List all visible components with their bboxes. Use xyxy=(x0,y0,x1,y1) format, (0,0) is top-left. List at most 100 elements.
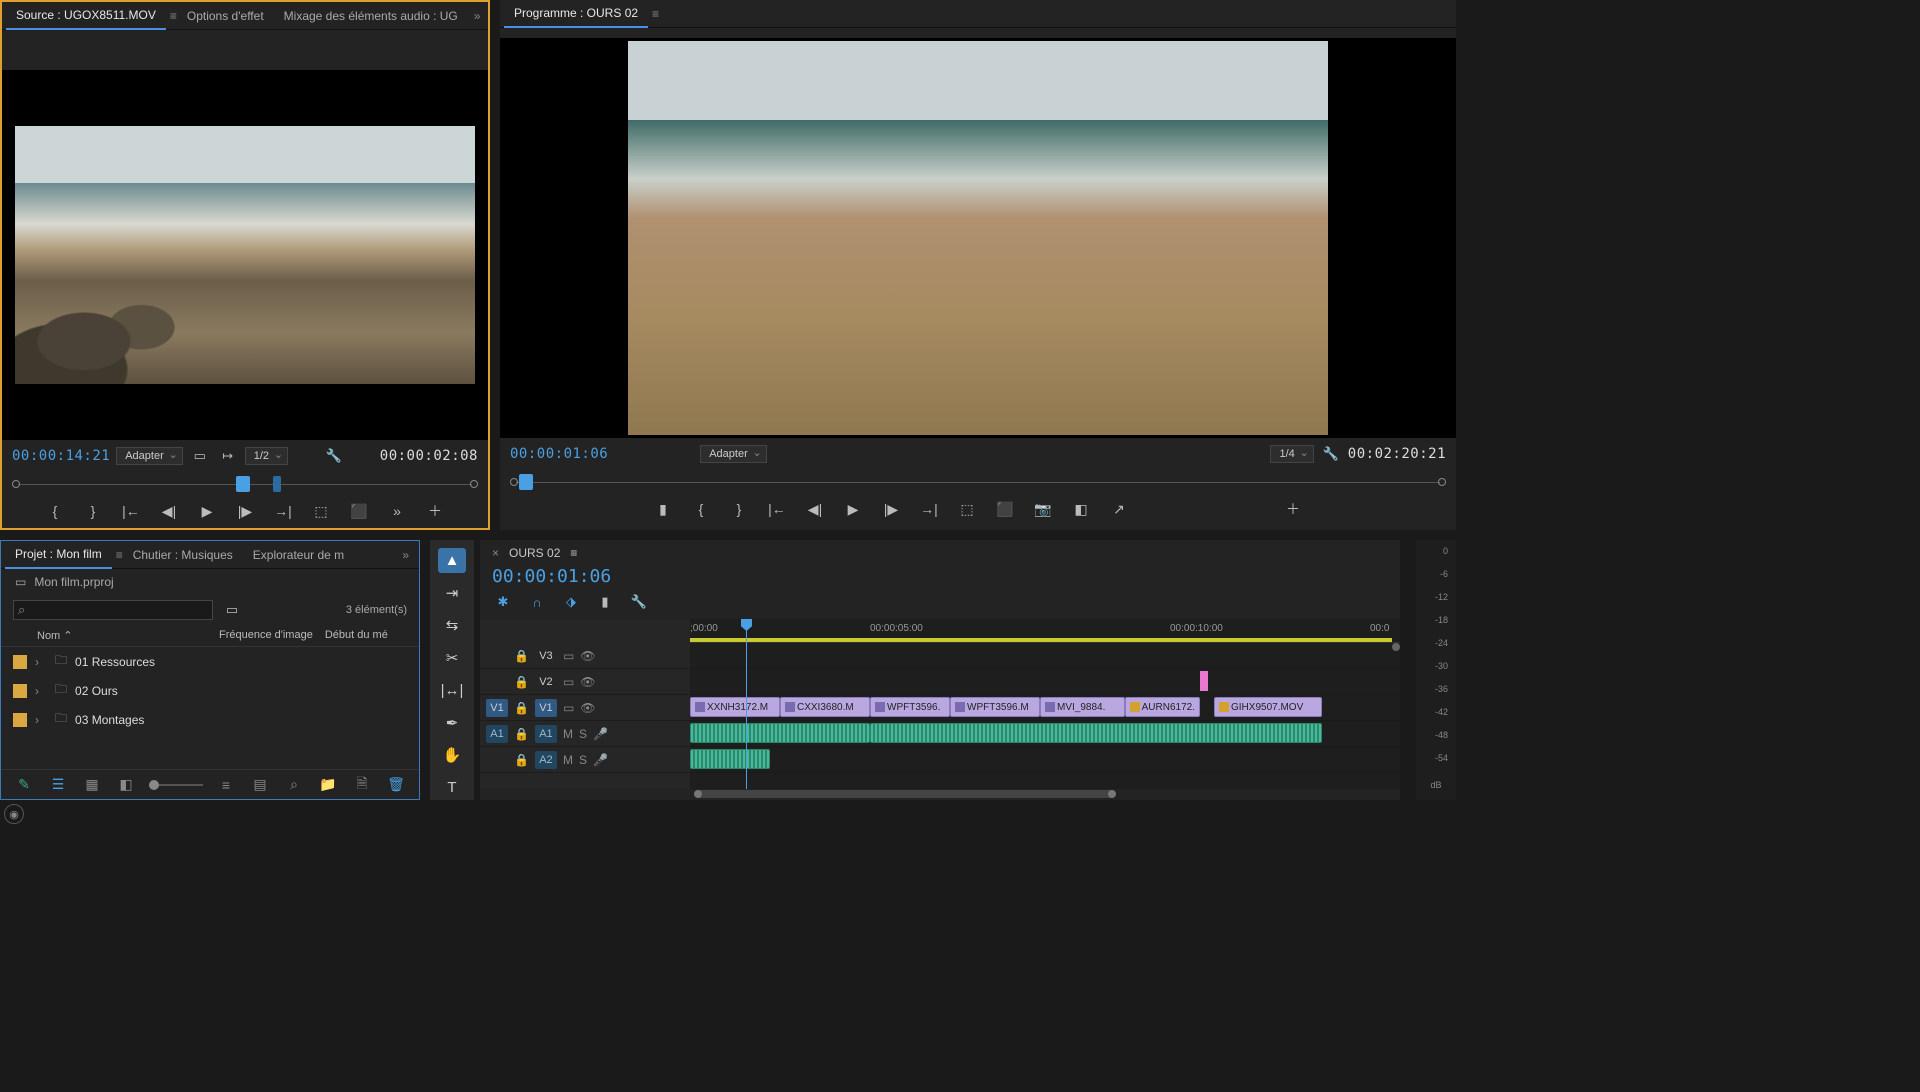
add-icon[interactable]: ＋ xyxy=(424,500,446,522)
track-v3-lane[interactable] xyxy=(690,643,1400,669)
voice-icon[interactable]: 🎤 xyxy=(593,727,608,741)
chevron-right-icon[interactable]: › xyxy=(35,655,47,669)
video-clip[interactable]: WPFT3596. xyxy=(870,697,950,717)
source-patch[interactable]: A1 xyxy=(486,725,508,743)
bin-row[interactable]: ›🗀02 Ours xyxy=(1,676,419,705)
icon-view-icon[interactable]: ▦ xyxy=(81,774,103,796)
video-clip[interactable]: GIHX9507.MOV xyxy=(1214,697,1322,717)
wrench-icon[interactable]: 🔧 xyxy=(323,445,345,467)
video-clip[interactable]: CXXI3680.M xyxy=(780,697,870,717)
timeline-tracks[interactable]: ;00:00 00:00:05:00 00:00:10:00 00:0 XXNH… xyxy=(690,619,1400,789)
col-name[interactable]: Nom ⌃ xyxy=(37,629,207,642)
tab-program[interactable]: Programme : OURS 02 xyxy=(504,0,648,28)
program-zoom-select[interactable]: Adapter xyxy=(700,445,767,463)
col-framerate[interactable]: Fréquence d'image xyxy=(219,629,313,642)
track-v1-lane[interactable]: XXNH3172.MCXXI3680.MWPFT3596.WPFT3596.MM… xyxy=(690,695,1400,721)
search-input[interactable] xyxy=(13,600,213,620)
sequence-name[interactable]: OURS 02 xyxy=(509,546,560,560)
video-clip[interactable]: MVI_9884. xyxy=(1040,697,1125,717)
add-icon[interactable]: ＋ xyxy=(1282,498,1304,520)
creative-cloud-icon[interactable]: ◉ xyxy=(4,804,24,824)
export-icon[interactable]: ↗ xyxy=(1108,498,1130,520)
step-fwd-icon[interactable]: |▶ xyxy=(880,498,902,520)
trash-icon[interactable]: 🗑 xyxy=(385,774,407,796)
tab-bin[interactable]: Chutier : Musiques xyxy=(123,542,243,568)
new-bin-icon[interactable]: ▭ xyxy=(221,599,243,621)
program-res-select[interactable]: 1/4 xyxy=(1270,445,1313,463)
voice-icon[interactable]: 🎤 xyxy=(593,753,608,767)
track-a2-lane[interactable] xyxy=(690,747,1400,773)
mark-out-icon[interactable]: } xyxy=(728,498,750,520)
new-item-icon[interactable]: 🗎 xyxy=(351,774,373,796)
ripple-tool-icon[interactable]: ⇆ xyxy=(438,613,466,638)
go-in-icon[interactable]: |← xyxy=(766,498,788,520)
slip-tool-icon[interactable]: |↔| xyxy=(438,678,466,703)
program-scrub-bar[interactable] xyxy=(510,470,1446,494)
video-clip[interactable]: AURN6172. xyxy=(1125,697,1200,717)
chevron-right-icon[interactable]: › xyxy=(35,713,47,727)
step-back-icon[interactable]: ◀| xyxy=(158,500,180,522)
source-res-select[interactable]: 1/2 xyxy=(245,447,288,465)
toggle-output-icon[interactable]: ▭ xyxy=(563,701,574,715)
selection-tool-icon[interactable]: ▲ xyxy=(438,548,466,573)
play-icon[interactable]: ▶ xyxy=(196,500,218,522)
audio-clip[interactable] xyxy=(690,723,870,743)
hamburger-icon[interactable]: ≡ xyxy=(652,7,659,21)
source-timecode-in[interactable]: 00:00:14:21 xyxy=(12,448,110,464)
lock-icon[interactable]: 🔒 xyxy=(514,701,529,715)
magnet-icon[interactable]: ∩ xyxy=(526,591,548,613)
program-monitor[interactable] xyxy=(500,38,1456,438)
extract-icon[interactable]: ⬛ xyxy=(994,498,1016,520)
source-patch[interactable]: V1 xyxy=(486,699,508,717)
solo-icon[interactable]: S xyxy=(579,753,587,767)
go-out-icon[interactable]: →| xyxy=(918,498,940,520)
track-header-v3[interactable]: V1🔒V3▭👁 xyxy=(480,643,690,669)
work-area-bar[interactable] xyxy=(690,638,1392,642)
snap-icon[interactable]: ✱ xyxy=(492,591,514,613)
play-icon[interactable]: ▶ xyxy=(842,498,864,520)
video-clip[interactable]: XXNH3172.M xyxy=(690,697,780,717)
eye-icon[interactable]: 👁 xyxy=(580,701,595,715)
eye-icon[interactable]: 👁 xyxy=(580,675,595,689)
hamburger-icon[interactable]: ≡ xyxy=(570,546,577,560)
marker[interactable] xyxy=(1200,671,1208,691)
lock-icon[interactable]: 🔒 xyxy=(514,753,529,767)
tab-effect-options[interactable]: Options d'effet xyxy=(177,3,274,29)
overflow-icon[interactable]: » xyxy=(468,9,487,23)
col-media-start[interactable]: Début du mé xyxy=(325,629,388,642)
hand-tool-icon[interactable]: ✋ xyxy=(438,743,466,768)
razor-tool-icon[interactable]: ✂ xyxy=(438,646,466,671)
source-monitor[interactable] xyxy=(2,70,488,440)
mark-in-icon[interactable]: { xyxy=(690,498,712,520)
tab-source[interactable]: Source : UGOX8511.MOV xyxy=(6,2,166,30)
playhead[interactable] xyxy=(746,619,747,789)
eye-icon[interactable]: 👁 xyxy=(580,649,595,663)
wrench-icon[interactable]: 🔧 xyxy=(1320,443,1342,465)
go-out-icon[interactable]: →| xyxy=(272,500,294,522)
lift-icon[interactable]: ⬚ xyxy=(956,498,978,520)
compare-icon[interactable]: ◧ xyxy=(1070,498,1092,520)
lock-icon[interactable]: 🔒 xyxy=(514,727,529,741)
track-target[interactable]: V3 xyxy=(535,650,557,662)
tab-media-browser[interactable]: Explorateur de m xyxy=(243,542,354,568)
track-header-v2[interactable]: V1🔒V2▭👁 xyxy=(480,669,690,695)
thumb-size-slider[interactable] xyxy=(149,784,203,786)
step-fwd-icon[interactable]: |▶ xyxy=(234,500,256,522)
overwrite-icon[interactable]: ⬛ xyxy=(348,500,370,522)
camera-icon[interactable]: 📷 xyxy=(1032,498,1054,520)
marker-icon[interactable]: ▮ xyxy=(594,591,616,613)
time-ruler[interactable]: ;00:00 00:00:05:00 00:00:10:00 00:0 xyxy=(690,619,1400,643)
source-zoom-select[interactable]: Adapter xyxy=(116,447,183,465)
close-icon[interactable]: × xyxy=(492,546,499,560)
track-target[interactable]: A1 xyxy=(535,725,557,743)
freeform-view-icon[interactable]: ◧ xyxy=(115,774,137,796)
mark-in-icon[interactable]: { xyxy=(44,500,66,522)
track-select-tool-icon[interactable]: ⇥ xyxy=(438,581,466,606)
list-view-icon[interactable]: ☰ xyxy=(47,774,69,796)
overflow-icon[interactable]: » xyxy=(396,548,415,562)
step-back-icon[interactable]: ◀| xyxy=(804,498,826,520)
audio-clip[interactable] xyxy=(870,723,1322,743)
automate-icon[interactable]: ▤ xyxy=(249,774,271,796)
track-a1-lane[interactable] xyxy=(690,721,1400,747)
lock-icon[interactable]: 🔒 xyxy=(514,649,529,663)
